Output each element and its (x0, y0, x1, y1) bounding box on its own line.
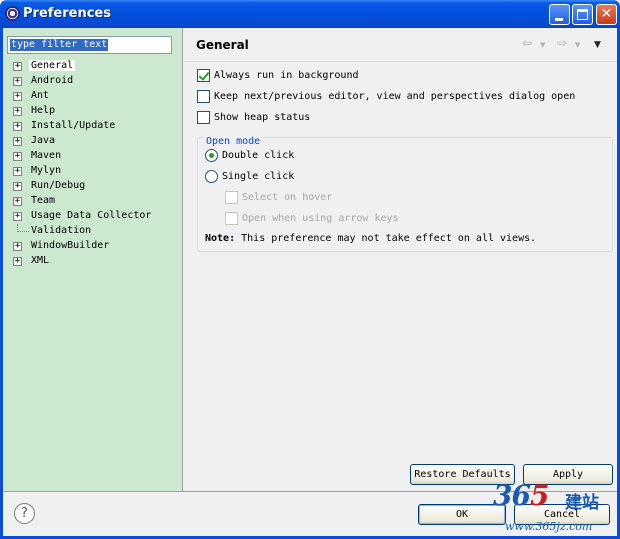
help-icon[interactable]: ? (14, 503, 35, 524)
close-button[interactable]: ✕ (596, 4, 617, 25)
tree-item[interactable]: + Run/Debug (13, 179, 178, 194)
expand-icon[interactable]: + (13, 197, 22, 206)
back-dropdown-icon[interactable]: ▼ (540, 41, 545, 57)
tree-item-label[interactable]: Run/Debug (29, 180, 87, 191)
window-title: Preferences (23, 6, 111, 21)
tree-item-label[interactable]: Mylyn (29, 165, 63, 176)
expand-icon[interactable]: + (13, 212, 22, 221)
eclipse-icon (5, 6, 20, 21)
open-mode-title: Open mode (204, 136, 263, 147)
show-heap-status-checkbox[interactable] (197, 111, 210, 124)
back-arrow-icon[interactable]: ⇦ (522, 36, 532, 52)
single-click-radio[interactable] (205, 170, 218, 183)
filter-field[interactable]: type filter text (7, 36, 172, 54)
preference-tree: + General + Android + Ant + Help + Install/Update… (13, 59, 178, 269)
expand-icon[interactable]: + (13, 62, 22, 71)
expand-icon[interactable]: + (13, 167, 22, 176)
preference-page: General ⇦ ▼ ⇨ ▼ ▼ Always run in backgrou… (184, 28, 617, 491)
watermark-chinese: 建站 (565, 493, 599, 513)
expand-icon[interactable]: + (13, 92, 22, 101)
tree-item[interactable]: + Android (13, 74, 178, 89)
double-click-label[interactable]: Double click (222, 150, 294, 161)
expand-icon[interactable]: + (13, 152, 22, 161)
expand-icon[interactable]: + (13, 257, 22, 266)
open-mode-group: Open mode Double click Single click Sele… (197, 136, 613, 252)
tree-item-label[interactable]: XML (29, 255, 51, 266)
note-text: Note: This preference may not take effec… (205, 233, 536, 244)
show-heap-status-label[interactable]: Show heap status (214, 112, 310, 123)
tree-item[interactable]: + Mylyn (13, 164, 178, 179)
double-click-radio[interactable] (205, 149, 218, 162)
preferences-window: Preferences ✕ type filter text + General +… (0, 0, 620, 539)
tree-item[interactable]: + Maven (13, 149, 178, 164)
expand-icon[interactable]: + (13, 137, 22, 146)
tree-item-label[interactable]: Usage Data Collector (29, 210, 153, 221)
tree-item-label[interactable]: Team (29, 195, 57, 206)
always-run-background-label[interactable]: Always run in background (214, 70, 359, 81)
single-click-label[interactable]: Single click (222, 171, 294, 182)
tree-item-label[interactable]: Install/Update (29, 120, 117, 131)
keep-dialog-open-checkbox[interactable] (197, 90, 210, 103)
minimize-icon (555, 18, 563, 21)
title-bar: Preferences ✕ (0, 0, 620, 28)
expand-icon[interactable]: + (13, 122, 22, 131)
note-prefix: Note: (205, 233, 236, 244)
title-separator (184, 61, 617, 62)
open-arrow-keys-label: Open when using arrow keys (242, 213, 399, 224)
watermark-number-b: 5 (529, 479, 550, 512)
open-arrow-keys-checkbox (225, 212, 238, 225)
always-run-background-checkbox[interactable] (197, 69, 210, 82)
watermark-number-a: 36 (493, 479, 531, 512)
filter-input-text[interactable]: type filter text (10, 39, 109, 51)
expand-icon[interactable]: + (13, 77, 22, 86)
tree-item-label[interactable]: Android (29, 75, 75, 86)
watermark-logo-number: 365 (493, 479, 550, 512)
watermark-url: www.365jz.com (505, 520, 593, 533)
tree-item-label[interactable]: General (29, 60, 76, 71)
tree-item[interactable]: + General (13, 59, 178, 74)
tree-item[interactable]: + Java (13, 134, 178, 149)
tree-item[interactable]: + Usage Data Collector (13, 209, 178, 224)
tree-item[interactable]: + Help (13, 104, 178, 119)
tree-item[interactable]: Validation (13, 224, 178, 239)
tree-item[interactable]: + Team (13, 194, 178, 209)
tree-item-label[interactable]: WindowBuilder (29, 240, 111, 251)
tree-item-label[interactable]: Java (29, 135, 57, 146)
tree-item-label[interactable]: Validation (29, 225, 93, 236)
keep-dialog-open-label[interactable]: Keep next/previous editor, view and pers… (214, 91, 575, 102)
maximize-icon (577, 9, 588, 20)
tree-item-label[interactable]: Maven (29, 150, 63, 161)
tree-item-label[interactable]: Ant (29, 90, 51, 101)
close-icon: ✕ (600, 6, 613, 22)
page-title: General (196, 38, 249, 52)
dialog-client: type filter text + General + Android + Ant + He… (3, 28, 617, 536)
select-on-hover-label: Select on hover (242, 192, 333, 203)
preference-tree-pane: type filter text + General + Android + Ant + He… (3, 28, 183, 491)
forward-dropdown-icon[interactable]: ▼ (575, 41, 580, 57)
tree-item[interactable]: + XML (13, 254, 178, 269)
tree-item-label[interactable]: Help (29, 105, 57, 116)
note-body: This preference may not take effect on a… (235, 233, 537, 244)
tree-item[interactable]: + Ant (13, 89, 178, 104)
tree-item[interactable]: + WindowBuilder (13, 239, 178, 254)
select-on-hover-checkbox (225, 191, 238, 204)
minimize-button[interactable] (549, 4, 570, 25)
maximize-button[interactable] (572, 4, 593, 25)
expand-icon[interactable]: + (13, 242, 22, 251)
tree-item[interactable]: + Install/Update (13, 119, 178, 134)
expand-icon[interactable]: + (13, 182, 22, 191)
expand-icon[interactable]: + (13, 107, 22, 116)
view-menu-icon[interactable]: ▼ (594, 40, 601, 56)
forward-arrow-icon[interactable]: ⇨ (557, 36, 567, 52)
tree-connector (17, 224, 29, 232)
